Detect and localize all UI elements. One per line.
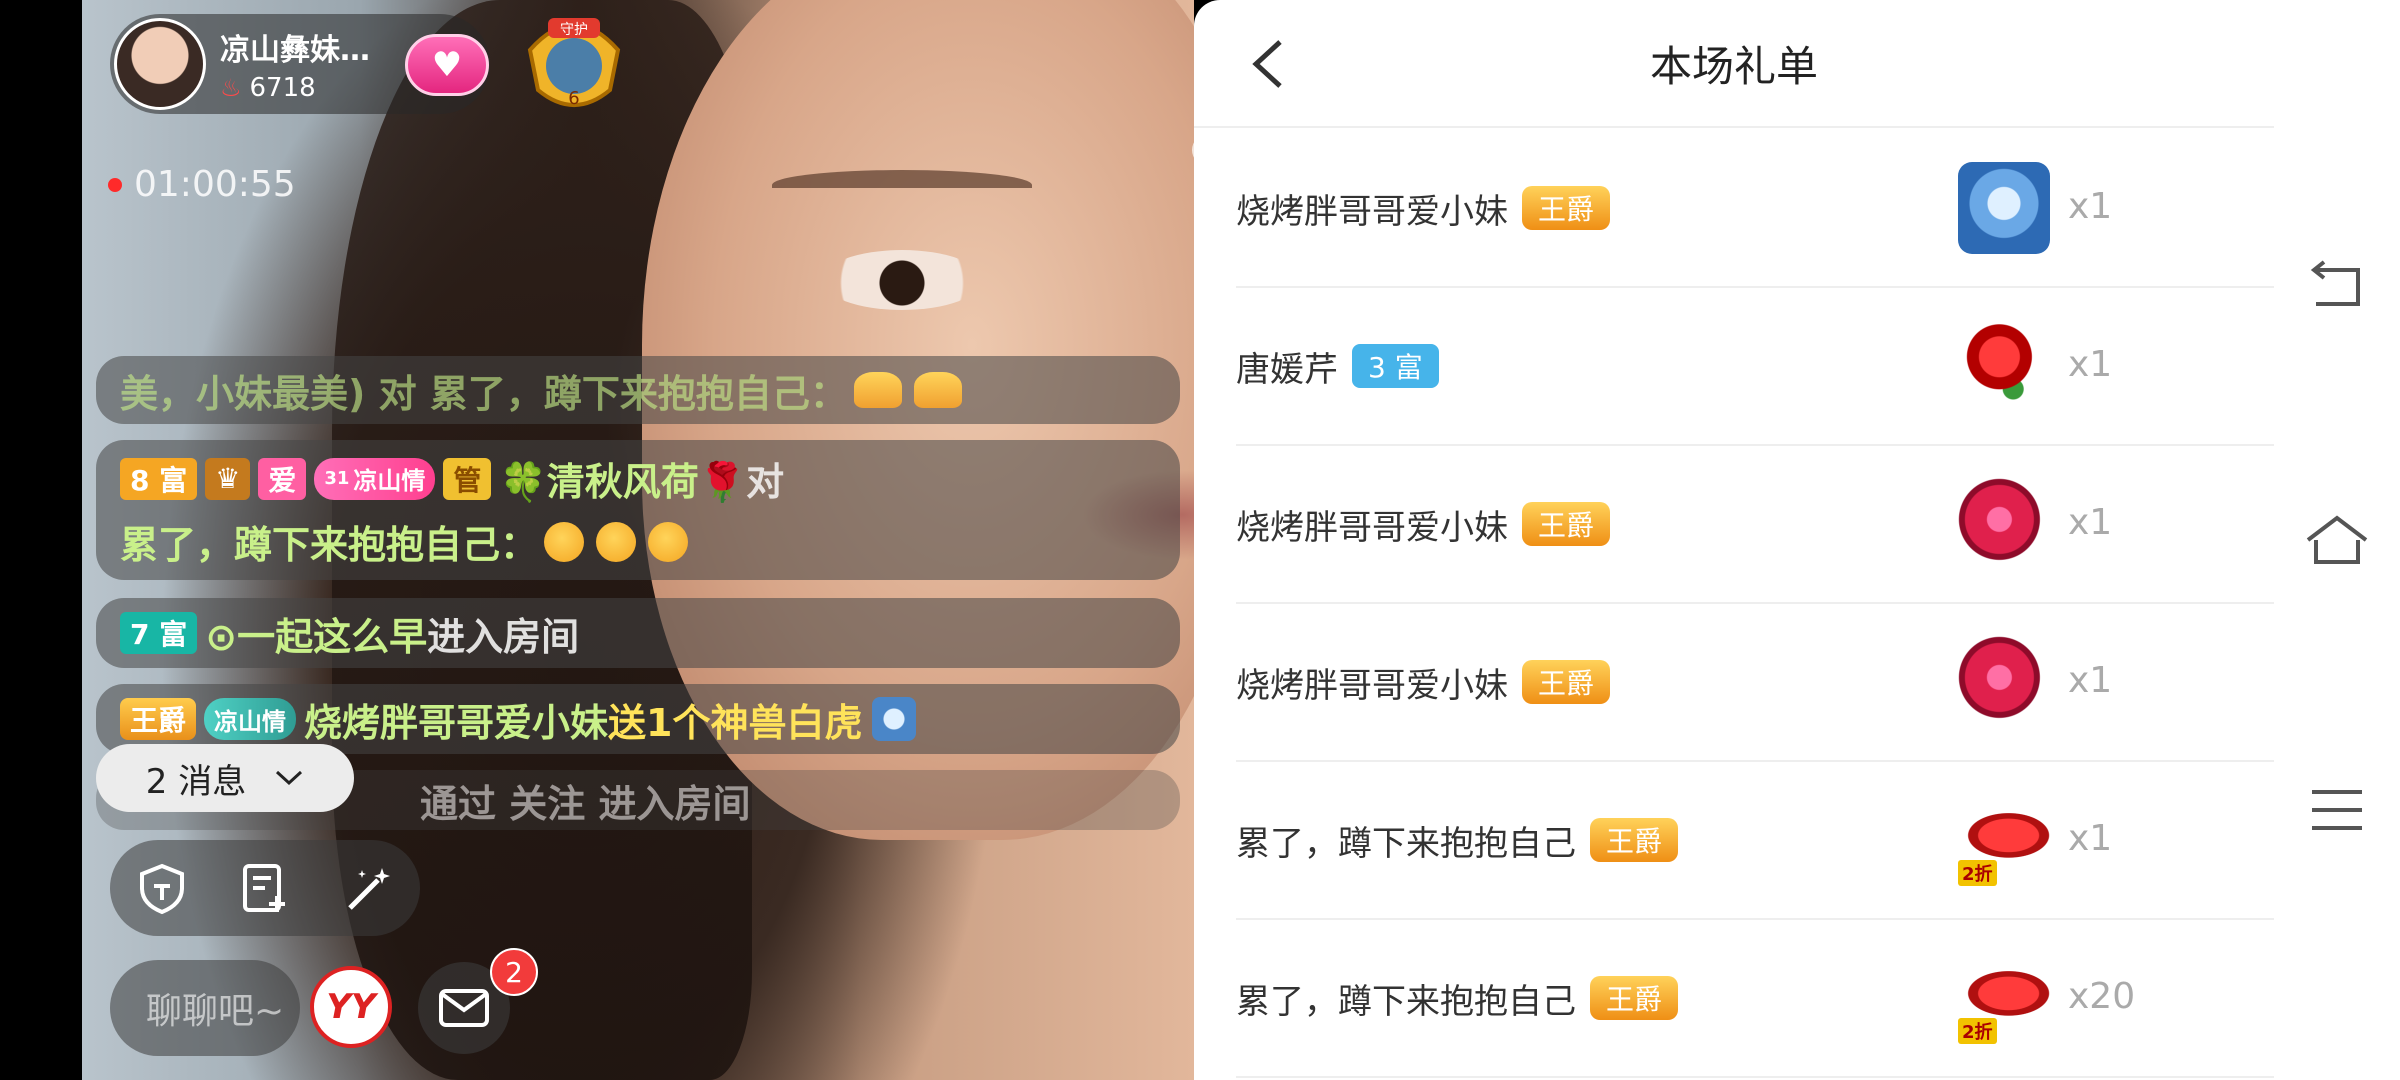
- system-nav-bar: [2274, 0, 2400, 1080]
- gift-sender: 累了，蹲下来抱抱自己: [1236, 981, 1576, 1022]
- chat-row-msg1[interactable]: 8 富 ♛ 爱 31 凉山情 管 🍀清秋风荷🌹 对 累了，蹲下来抱抱自己：: [96, 440, 1180, 580]
- tool-bar: [110, 840, 420, 936]
- chat-target: 累了，蹲下来抱抱自己：: [120, 523, 539, 567]
- chat-sender[interactable]: ⊙一起这么早: [205, 606, 427, 661]
- panel-title: 本场礼单: [1649, 41, 1818, 91]
- chat-connector: 对: [746, 460, 785, 504]
- noble-icon: ♛: [205, 457, 251, 500]
- left-black-bar: [0, 0, 82, 1080]
- king-level-badge: 王爵: [1590, 818, 1679, 862]
- recording-dot-icon: [108, 177, 122, 192]
- manager-badge: 管: [443, 457, 492, 500]
- home-nav-icon[interactable]: [2304, 512, 2370, 568]
- menu-nav-icon[interactable]: [2304, 782, 2370, 838]
- host-info: 凉山彝妹… ♨ 6718: [220, 25, 370, 103]
- chat-partial-bottom-text: 通过 关注 进入房间: [420, 781, 751, 826]
- discount-tag: 2折: [1958, 860, 1997, 886]
- king-level-badge: 王爵: [1522, 660, 1611, 704]
- video-brow: [772, 170, 1032, 200]
- new-messages-label: 2 消息: [145, 761, 247, 802]
- fan-club-badge: 凉山情: [204, 698, 297, 740]
- gift-sender: 烧烤胖哥哥爱小妹: [1236, 507, 1508, 548]
- rich-level-badge: 7 富: [120, 612, 198, 654]
- mail-icon: [439, 989, 489, 1027]
- timer-text: 01:00:55: [134, 164, 296, 205]
- white-tiger-gift-icon: [1958, 162, 2050, 254]
- back-arrow-icon[interactable]: [1244, 36, 1294, 92]
- thinking-emoji-icon: [544, 521, 585, 562]
- gift-row[interactable]: 烧烤胖哥哥爱小妹 王爵 x1: [1236, 130, 2274, 288]
- chat-input-placeholder: 聊聊吧~: [146, 991, 285, 1032]
- gift-count: x1: [2068, 502, 2113, 543]
- chat-partial-top-text: 美，小妹最美) 对 累了，蹲下来抱抱自己：: [120, 371, 848, 416]
- clap-emoji-icon: [853, 372, 902, 408]
- fan-club-label: 凉山情: [353, 467, 426, 495]
- chat-row-partial-top: 美，小妹最美) 对 累了，蹲下来抱抱自己：: [96, 356, 1180, 424]
- apple-gift-icon: [1958, 478, 2050, 570]
- chat-row-msg2[interactable]: 7 富 ⊙一起这么早 进入房间: [96, 598, 1180, 668]
- brand-button[interactable]: YY: [310, 966, 392, 1048]
- chat-input[interactable]: 聊聊吧~: [110, 960, 300, 1056]
- gift-sender: 累了，蹲下来抱抱自己: [1236, 823, 1576, 864]
- guard-badge[interactable]: 守护 6: [520, 10, 628, 114]
- shield-icon[interactable]: [134, 860, 190, 916]
- king-badge: 王爵: [120, 698, 197, 740]
- gift-sender: 烧烤胖哥哥爱小妹: [1236, 191, 1508, 232]
- chat-sender[interactable]: 🍀清秋风荷🌹: [499, 451, 746, 506]
- gift-sender: 烧烤胖哥哥爱小妹: [1236, 665, 1508, 706]
- video-eye: [822, 250, 982, 310]
- edit-card-icon[interactable]: [237, 860, 293, 916]
- magic-wand-icon[interactable]: [340, 860, 396, 916]
- chevron-down-icon: [276, 770, 303, 786]
- fan-club-badge: 31 凉山情: [314, 457, 436, 500]
- gift-row[interactable]: 唐媛芹 3 富 x1: [1236, 288, 2274, 446]
- brand-logo-icon: YY: [326, 987, 376, 1027]
- mail-unread-badge: 2: [490, 948, 538, 996]
- king-level-badge: 王爵: [1590, 976, 1679, 1020]
- chat-text: 进入房间: [427, 614, 580, 659]
- gift-sender: 唐媛芹: [1236, 349, 1338, 390]
- sports-car-gift-icon: 2折: [1958, 952, 2050, 1044]
- apple-gift-icon: [1958, 636, 2050, 728]
- host-heat-value: 6718: [249, 73, 316, 103]
- gift-count: x1: [2068, 344, 2113, 385]
- rich-level-badge: 3 富: [1352, 344, 1439, 388]
- host-avatar[interactable]: [114, 18, 206, 110]
- guard-badge-label: 守护: [560, 22, 588, 38]
- rich-level-badge: 8 富: [120, 457, 198, 500]
- flame-icon: ♨: [220, 74, 242, 102]
- chat-sender[interactable]: 烧烤胖哥哥爱小妹: [304, 692, 608, 747]
- heart-icon: ♥: [431, 45, 463, 85]
- panel-header: 本场礼单: [1194, 0, 2274, 128]
- thinking-emoji-icon: [648, 521, 689, 562]
- love-badge: 爱: [258, 457, 307, 500]
- gift-row[interactable]: 累了，蹲下来抱抱自己 王爵 2折 x20: [1236, 920, 2274, 1078]
- gift-row[interactable]: 累了，蹲下来抱抱自己 王爵 2折 x1: [1236, 762, 2274, 920]
- gift-row[interactable]: 烧烤胖哥哥爱小妹 王爵 x1: [1236, 604, 2274, 762]
- fan-level: 31: [324, 468, 350, 489]
- thinking-emoji-icon: [596, 521, 637, 562]
- gift-row[interactable]: 烧烤胖哥哥爱小妹 王爵 x1: [1236, 446, 2274, 604]
- sports-car-gift-icon: 2折: [1958, 794, 2050, 886]
- chat-gift-text: 送1个神兽白虎: [608, 700, 863, 745]
- new-messages-button[interactable]: 2 消息: [96, 744, 354, 812]
- back-nav-icon[interactable]: [2304, 256, 2370, 312]
- clap-emoji-icon: [913, 372, 962, 408]
- king-level-badge: 王爵: [1522, 186, 1611, 230]
- follow-heart-button[interactable]: ♥: [405, 34, 489, 96]
- gift-count: x20: [2068, 976, 2136, 1017]
- live-timer: 01:00:55: [108, 164, 296, 205]
- gift-count: x1: [2068, 660, 2113, 701]
- king-level-badge: 王爵: [1522, 502, 1611, 546]
- guard-level: 6: [568, 88, 579, 109]
- host-name: 凉山彝妹…: [220, 33, 370, 68]
- discount-tag: 2折: [1958, 1018, 1997, 1044]
- white-tiger-gift-icon: [872, 697, 917, 741]
- screen: 凉山彝妹… ♨ 6718 ♥ 守护 6 01:00:55 美，小妹最美) 对 累…: [0, 0, 2400, 1080]
- host-heat: ♨ 6718: [220, 73, 370, 103]
- gift-count: x1: [2068, 818, 2113, 859]
- rose-gift-icon: [1958, 320, 2050, 412]
- gift-list-panel: 本场礼单 烧烤胖哥哥爱小妹 王爵 x1 唐媛芹 3 富 x1 烧烤胖哥哥爱小妹 …: [1194, 0, 2274, 1080]
- gift-count: x1: [2068, 186, 2113, 227]
